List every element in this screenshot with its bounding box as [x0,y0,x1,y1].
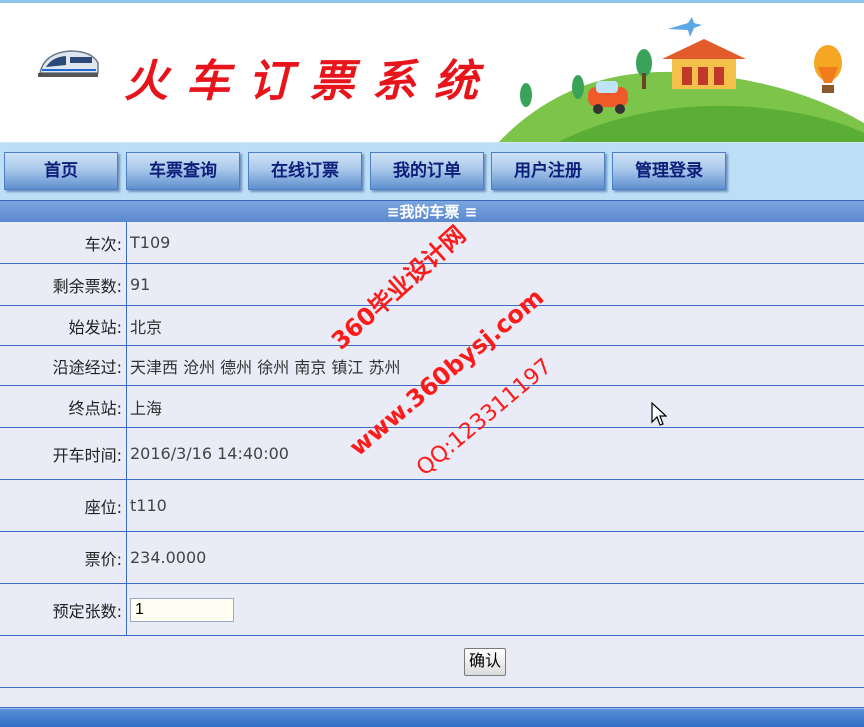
row-value: T109 [130,233,171,252]
row-label: 沿途经过: [0,346,127,385]
row-value: 上海 [130,398,163,418]
site-title: 火车订票系统 [124,56,496,107]
row-remaining-tickets: 剩余票数: 91 [0,264,864,306]
nav-ticket-search[interactable]: 车票查询 [126,152,240,190]
row-value: 天津西 沧州 德州 徐州 南京 镇江 苏州 [130,357,401,377]
nav-home[interactable]: 首页 [4,152,118,190]
row-label: 票价: [0,532,127,583]
confirm-button[interactable]: 确认 [464,648,506,676]
row-terminal-station: 终点站: 上海 [0,386,864,428]
nav-admin-login[interactable]: 管理登录 [612,152,726,190]
row-label: 座位: [0,480,127,531]
row-quantity: 预定张数: [0,584,864,636]
mouse-cursor-icon [651,402,667,426]
nav-my-orders[interactable]: 我的订单 [370,152,484,190]
row-label: 车次: [0,222,127,263]
train-logo-icon [38,50,99,77]
quantity-input[interactable] [130,597,234,622]
row-value: 2016/3/16 14:40:00 [130,444,289,463]
row-label: 终点站: [0,386,127,427]
row-actions [0,636,864,688]
row-label: 始发站: [0,306,127,345]
row-spacer [0,688,864,708]
row-value: 北京 [130,317,163,337]
row-seat: 座位: t110 [0,480,864,532]
row-departure-time: 开车时间: 2016/3/16 14:40:00 [0,428,864,480]
banner-scene-illustration [498,17,864,142]
row-label: 开车时间: [0,428,127,479]
row-value: 91 [130,275,151,294]
main-nav: 首页 车票查询 在线订票 我的订单 用户注册 管理登录 [0,142,864,200]
section-title: ≡我的车票 ≡ [0,200,864,222]
header-banner: 火车订票系统 [0,0,864,142]
row-train-number: 车次: T109 [0,222,864,264]
row-value: 234.0000 [130,548,207,567]
nav-user-register[interactable]: 用户注册 [491,152,605,190]
nav-online-booking[interactable]: 在线订票 [248,152,362,190]
footer-bar [0,708,864,727]
row-via-stations: 沿途经过: 天津西 沧州 德州 徐州 南京 镇江 苏州 [0,346,864,386]
quantity-label: 预定张数: [0,584,127,635]
row-label: 剩余票数: [0,264,127,305]
row-price: 票价: 234.0000 [0,532,864,584]
row-value: t110 [130,496,167,515]
row-origin-station: 始发站: 北京 [0,306,864,346]
